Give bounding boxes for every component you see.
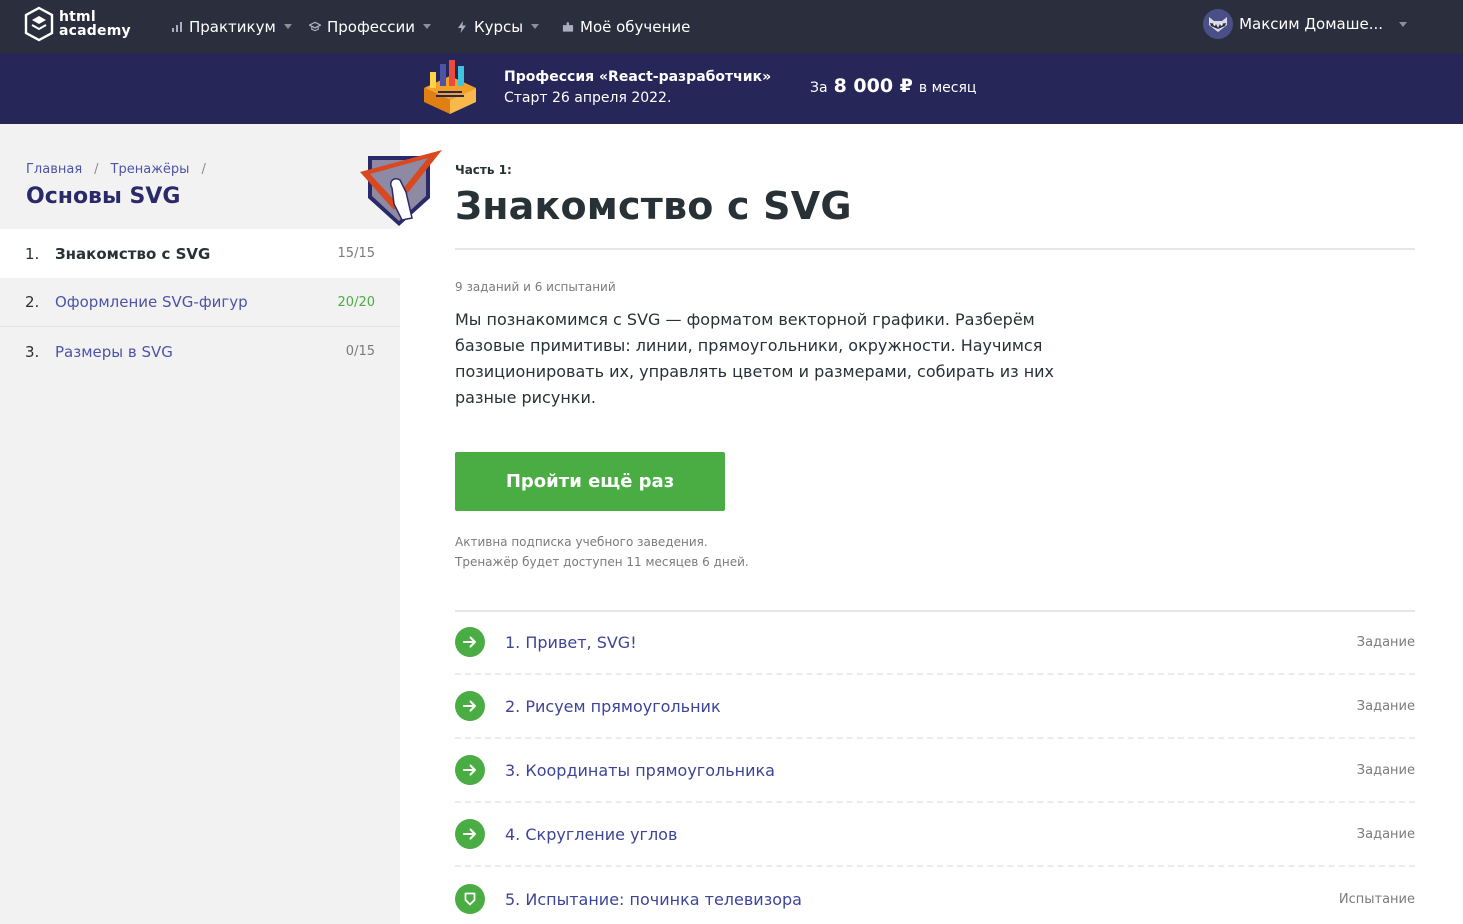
restart-button[interactable]: Пройти ещё раз: [455, 452, 725, 511]
lesson-title: 5. Испытание: починка телевизора: [505, 889, 802, 909]
nav-item-label: Практикум: [189, 17, 276, 36]
lesson-item[interactable]: 2. Рисуем прямоугольник Задание: [455, 675, 1415, 739]
breadcrumb: Главная / Тренажёры /: [26, 162, 218, 177]
promo-illustration: [424, 60, 476, 114]
promo-price-prefix: За: [810, 80, 828, 96]
promo-price-suffix: в месяц: [918, 80, 977, 96]
nav-item-label: Моё обучение: [580, 17, 691, 36]
nav-item-my-learning[interactable]: Моё обучение: [562, 0, 690, 53]
arrow-right-icon: [455, 819, 485, 849]
subscription-note-line1: Активна подписка учебного заведения.: [455, 535, 708, 549]
graduation-cap-icon: [309, 21, 321, 33]
lesson-item[interactable]: 5. Испытание: починка телевизора Испытан…: [455, 867, 1415, 924]
chapter-number: 1.: [25, 244, 40, 263]
lesson-title: 3. Координаты прямоугольника: [505, 760, 775, 780]
chapter-number: 3.: [25, 342, 40, 361]
logo-icon: [24, 6, 54, 42]
lesson-item[interactable]: 1. Привет, SVG! Задание: [455, 611, 1415, 675]
lesson-type: Задание: [1356, 826, 1415, 842]
subscription-note: Активна подписка учебного заведения. Тре…: [455, 532, 749, 572]
chapter-list: 1. Знакомство с SVG 15/15 2. Оформление …: [0, 229, 400, 376]
chapter-item[interactable]: 3. Размеры в SVG 0/15: [0, 327, 400, 376]
nav-item-label: Курсы: [474, 17, 524, 36]
lesson-title: 2. Рисуем прямоугольник: [505, 696, 721, 716]
lesson-title: 1. Привет, SVG!: [505, 632, 637, 652]
course-title: Основы SVG: [26, 184, 181, 209]
chapter-number: 2.: [25, 293, 40, 311]
lesson-item[interactable]: 3. Координаты прямоугольника Задание: [455, 739, 1415, 803]
chapter-item[interactable]: 1. Знакомство с SVG 15/15: [0, 229, 400, 278]
logo-text: html academy: [59, 10, 131, 38]
chapter-label: Оформление SVG-фигур: [55, 293, 248, 311]
chapter-label: Размеры в SVG: [55, 342, 173, 361]
tasks-count: 9 заданий и 6 испытаний: [455, 280, 616, 294]
chevron-down-icon: [1399, 21, 1407, 27]
user-name: Максим Домаше...: [1239, 15, 1383, 33]
subscription-note-line2: Тренажёр будет доступен 11 месяцев 6 дне…: [455, 555, 749, 569]
course-badge-icon: [360, 150, 442, 226]
breadcrumb-separator: /: [201, 162, 206, 177]
breadcrumb-trainers[interactable]: Тренажёры: [111, 162, 190, 177]
nav-item-courses[interactable]: Курсы: [456, 0, 540, 53]
divider: [455, 248, 1415, 250]
promo-banner[interactable]: Профессия «React-разработчик» Старт 26 а…: [0, 53, 1463, 124]
lesson-type: Задание: [1356, 698, 1415, 714]
chevron-down-icon: [531, 24, 540, 29]
chapter-progress: 0/15: [345, 344, 375, 359]
logo-text-line1: html: [59, 9, 96, 25]
user-menu[interactable]: Максим Домаше...: [1203, 9, 1407, 39]
lesson-type: Испытание: [1338, 891, 1415, 907]
chart-icon: [171, 21, 183, 33]
breadcrumb-home[interactable]: Главная: [26, 162, 82, 177]
breadcrumb-separator: /: [94, 162, 99, 177]
chapter-progress: 15/15: [337, 246, 375, 261]
avatar: [1203, 9, 1234, 39]
top-navigation: html academy Практикум Профессии Курсы М…: [0, 0, 1463, 53]
promo-price-value: 8 000 ₽: [833, 75, 913, 97]
promo-title: Профессия «React-разработчик»: [504, 69, 772, 85]
sidebar: Главная / Тренажёры / Основы SVG 1. Знак…: [0, 124, 442, 924]
arrow-right-icon: [455, 755, 485, 785]
nav-item-label: Профессии: [327, 17, 416, 36]
lesson-type: Задание: [1356, 634, 1415, 650]
chapter-progress: 20/20: [337, 294, 375, 310]
chapter-label: Знакомство с SVG: [55, 244, 211, 263]
raccoon-icon: [1209, 17, 1228, 32]
lesson-list: 1. Привет, SVG! Задание 2. Рисуем прямоу…: [455, 611, 1415, 924]
shield-icon: [455, 884, 485, 914]
promo-date: Старт 26 апреля 2022.: [504, 90, 672, 106]
nav-item-praktikum[interactable]: Практикум: [171, 0, 292, 53]
nav-item-professions[interactable]: Профессии: [309, 0, 432, 53]
chapter-description: Мы познакомимся с SVG — форматом векторн…: [455, 310, 1055, 407]
lesson-title: 4. Скругление углов: [505, 824, 678, 844]
logo[interactable]: html academy: [24, 6, 131, 42]
promo-price: За 8 000 ₽ в месяц: [810, 75, 976, 97]
puzzle-icon: [562, 21, 574, 33]
arrow-right-icon: [455, 691, 485, 721]
arrow-right-icon: [455, 627, 485, 657]
logo-text-line2: academy: [59, 23, 131, 39]
chevron-down-icon: [423, 24, 432, 29]
lightning-icon: [456, 20, 468, 33]
chevron-down-icon: [283, 24, 292, 29]
page-title: Знакомство с SVG: [455, 184, 852, 228]
lesson-type: Задание: [1356, 762, 1415, 778]
lesson-item[interactable]: 4. Скругление углов Задание: [455, 803, 1415, 867]
chapter-item[interactable]: 2. Оформление SVG-фигур 20/20: [0, 278, 400, 327]
part-label: Часть 1:: [455, 163, 512, 177]
